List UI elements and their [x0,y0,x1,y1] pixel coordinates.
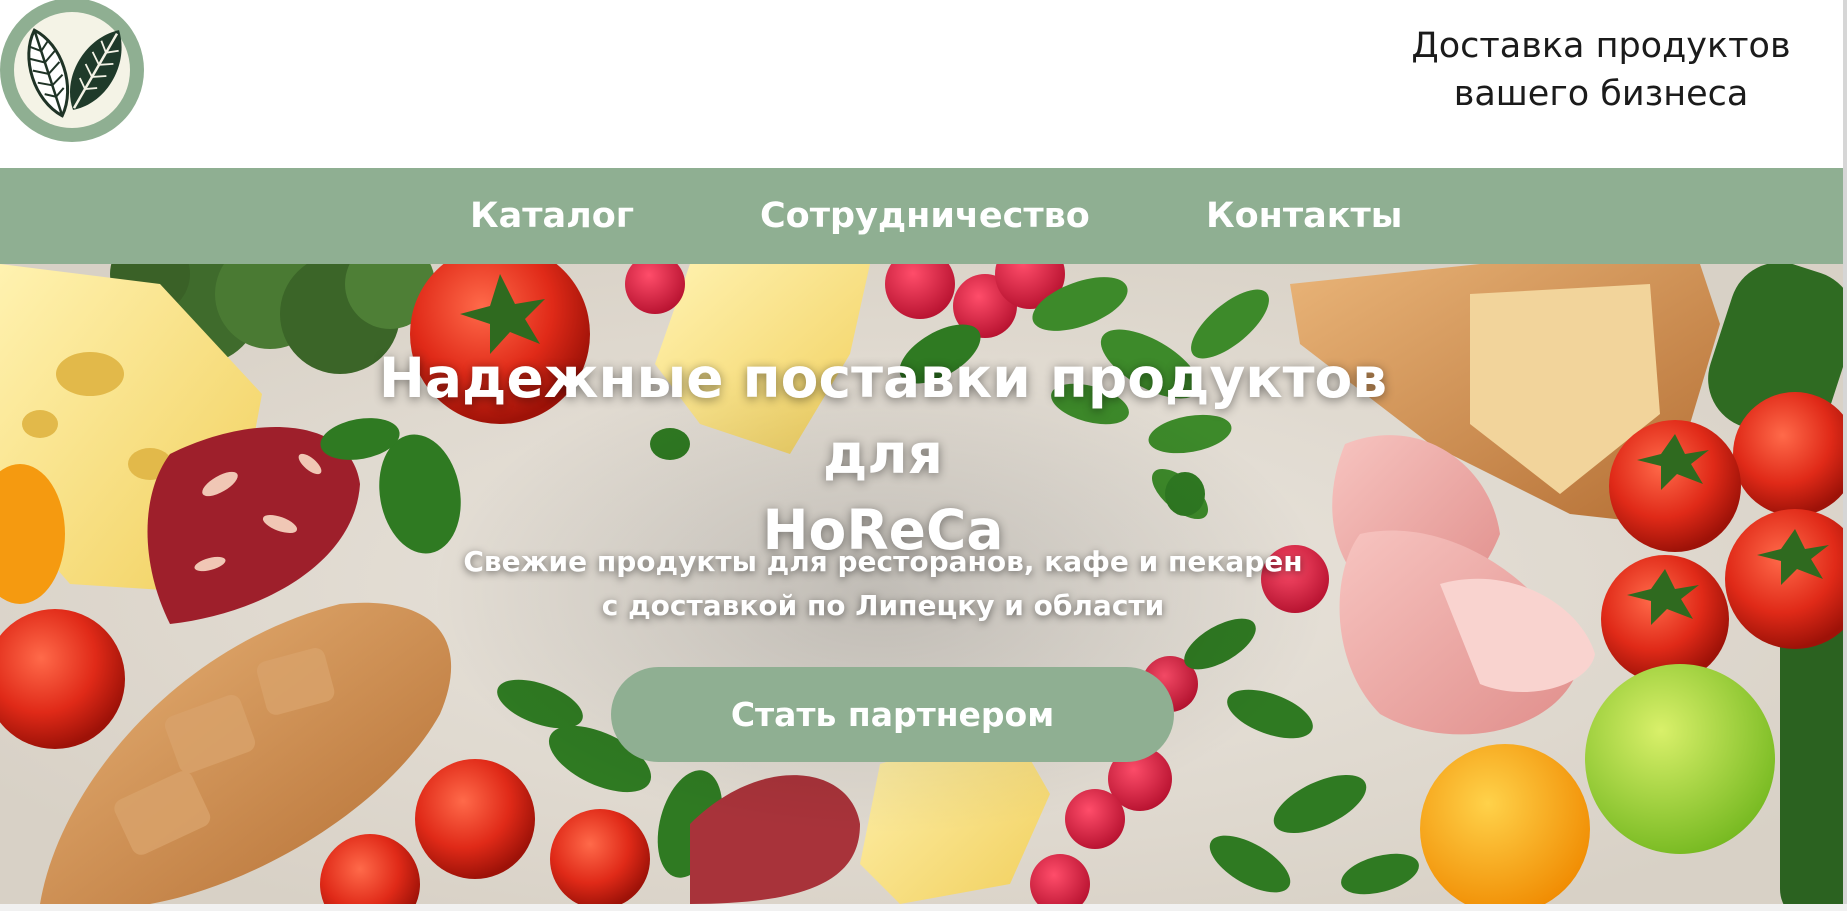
tagline-line-2: вашего бизнеса [1453,74,1749,114]
nav-item-catalog[interactable]: Каталог [470,168,634,264]
hero-subtitle: Свежие продукты для ресторанов, кафе и п… [423,540,1343,628]
hero-subtitle-line-2: с доставкой по Липецку и области [601,589,1165,622]
hero-section: Надежные поставки продуктов для HoReCa С… [0,264,1847,904]
nav-item-contacts[interactable]: Контакты [1206,168,1402,264]
header-tagline: Доставка продуктов вашего бизнеса [1401,22,1801,118]
hero-subtitle-line-1: Свежие продукты для ресторанов, кафе и п… [463,545,1303,578]
site-header: Доставка продуктов вашего бизнеса [0,0,1847,168]
bottom-strip [0,904,1847,911]
tagline-line-1: Доставка продуктов [1411,26,1791,66]
page-scrollbar[interactable] [1843,0,1847,904]
hero-title: Надежные поставки продуктов для HoReCa [323,340,1443,568]
page: Доставка продуктов вашего бизнеса Катало… [0,0,1847,911]
hero-title-line-1: Надежные поставки продуктов для [378,346,1388,486]
main-nav: Каталог Сотрудничество Контакты [0,168,1847,264]
leaf-logo-icon[interactable] [0,0,146,142]
nav-item-cooperation[interactable]: Сотрудничество [760,168,1090,264]
become-partner-button[interactable]: Стать партнером [611,667,1174,762]
